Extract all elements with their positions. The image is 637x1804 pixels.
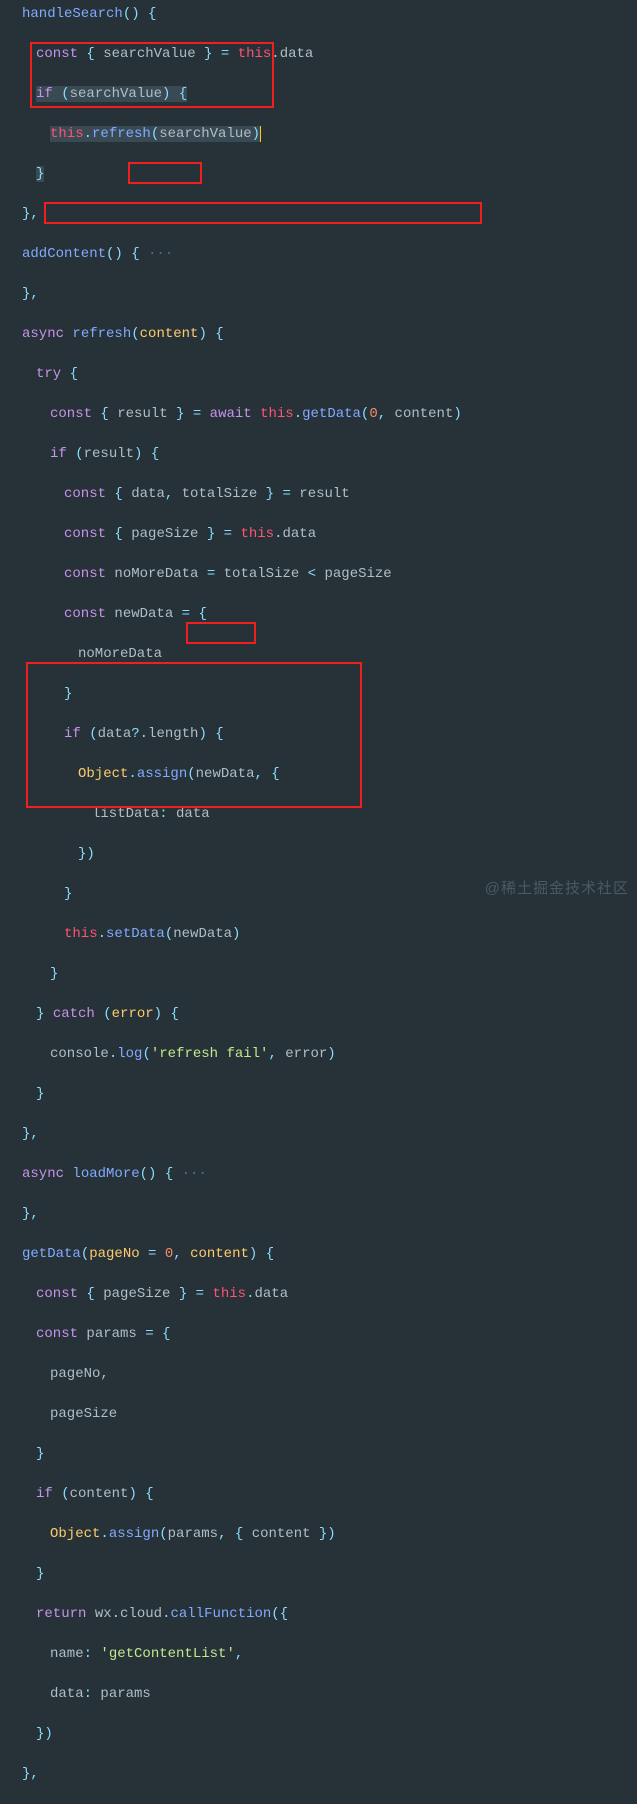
code-line: try {	[0, 364, 637, 384]
code-line: if (searchValue) {	[0, 84, 637, 104]
code-line: })	[0, 844, 637, 864]
code-line: async loadMore() { ···	[0, 1164, 637, 1184]
code-line: if (data?.length) {	[0, 724, 637, 744]
code-line: handleSearch() {	[0, 4, 637, 24]
code-line: console.log('refresh fail', error)	[0, 1044, 637, 1064]
code-line: },	[0, 284, 637, 304]
code-line: }	[0, 1444, 637, 1464]
code-line: })	[0, 1724, 637, 1744]
code-editor[interactable]: handleSearch() { const { searchValue } =…	[0, 0, 637, 1804]
code-line: const noMoreData = totalSize < pageSize	[0, 564, 637, 584]
code-line: if (result) {	[0, 444, 637, 464]
code-line: }	[0, 1564, 637, 1584]
code-line: },	[0, 204, 637, 224]
code-line: const { pageSize } = this.data	[0, 1284, 637, 1304]
code-line: pageSize	[0, 1404, 637, 1424]
code-line: data: params	[0, 1684, 637, 1704]
code-line: const params = {	[0, 1324, 637, 1344]
code-line: }	[0, 1084, 637, 1104]
watermark: @稀土掘金技术社区	[485, 879, 629, 899]
code-line: listData: data	[0, 804, 637, 824]
code-line: this.refresh(searchValue)	[0, 124, 637, 144]
code-line: }	[0, 684, 637, 704]
code-line: },	[0, 1204, 637, 1224]
code-line: const { result } = await this.getData(0,…	[0, 404, 637, 424]
code-line: Object.assign(newData, {	[0, 764, 637, 784]
code-line: const newData = {	[0, 604, 637, 624]
code-line: noMoreData	[0, 644, 637, 664]
code-line: Object.assign(params, { content })	[0, 1524, 637, 1544]
code-line: return wx.cloud.callFunction({	[0, 1604, 637, 1624]
code-line: const { data, totalSize } = result	[0, 484, 637, 504]
code-line: name: 'getContentList',	[0, 1644, 637, 1664]
code-line: }	[0, 164, 637, 184]
code-line: },	[0, 1764, 637, 1784]
code-line: } catch (error) {	[0, 1004, 637, 1024]
code-line: pageNo,	[0, 1364, 637, 1384]
code-line: async refresh(content) {	[0, 324, 637, 344]
code-line: this.setData(newData)	[0, 924, 637, 944]
code-line: getData(pageNo = 0, content) {	[0, 1244, 637, 1264]
code-line: }	[0, 964, 637, 984]
code-line: addContent() { ···	[0, 244, 637, 264]
code-line: const { searchValue } = this.data	[0, 44, 637, 64]
code-line: if (content) {	[0, 1484, 637, 1504]
code-line: const { pageSize } = this.data	[0, 524, 637, 544]
code-line: },	[0, 1124, 637, 1144]
